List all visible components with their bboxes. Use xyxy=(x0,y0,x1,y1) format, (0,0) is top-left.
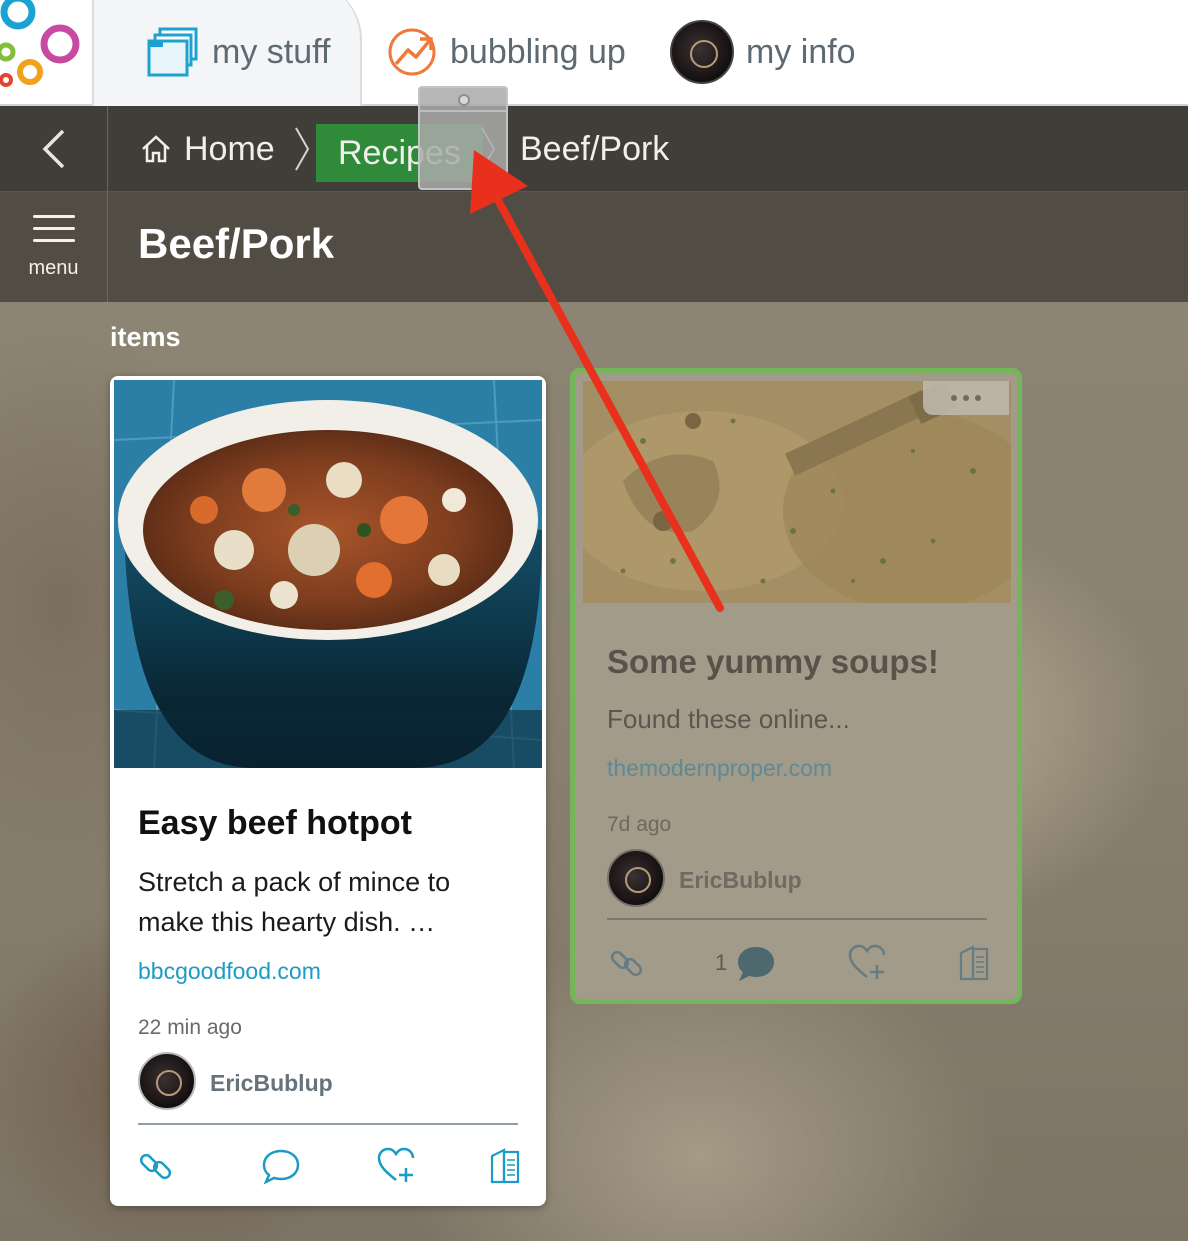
tab-bubbling-up[interactable]: bubbling up xyxy=(386,20,626,84)
comment-icon xyxy=(738,946,775,982)
paperclip-link-icon xyxy=(139,1153,172,1180)
comment-count: 1 xyxy=(715,950,728,975)
drag-ghost[interactable] xyxy=(418,86,508,190)
comment-icon xyxy=(262,1149,300,1185)
divider xyxy=(607,918,987,920)
item-title[interactable]: Some yummy soups! xyxy=(607,643,939,681)
back-button[interactable] xyxy=(0,106,108,192)
item-timestamp: 22 min ago xyxy=(138,1016,242,1039)
top-navigation: my stuff bubbling up my info xyxy=(0,0,1188,108)
link-button[interactable] xyxy=(136,1146,176,1186)
comment-button[interactable] xyxy=(260,1146,302,1186)
item-description: Found these online... xyxy=(607,704,850,734)
drag-ghost-pin-icon xyxy=(458,94,470,106)
breadcrumb-home[interactable]: Home xyxy=(140,106,275,192)
book-icon xyxy=(959,945,989,981)
item-description: Stretch a pack of mince to make this hea… xyxy=(138,867,451,937)
divider xyxy=(138,1123,518,1125)
comment-button[interactable]: 1 xyxy=(715,943,777,983)
section-label: items xyxy=(110,322,181,352)
page-title: Beef/Pork xyxy=(138,220,335,267)
book-icon xyxy=(490,1148,520,1184)
item-username[interactable]: EricBublup xyxy=(210,1070,333,1097)
like-button[interactable] xyxy=(376,1146,420,1186)
chevron-left-icon xyxy=(42,129,64,169)
tab-my-stuff[interactable]: my stuff xyxy=(146,20,330,84)
tab-label: bubbling up xyxy=(450,32,626,71)
page-header: menu Beef/Pork xyxy=(0,192,1188,302)
hamburger-icon xyxy=(32,214,75,251)
tab-my-info[interactable]: my info xyxy=(670,20,856,84)
breadcrumb: Home Recipes Beef/Pork xyxy=(0,106,1188,192)
item-source-link[interactable]: themodernproper.com xyxy=(607,755,832,782)
item-title[interactable]: Easy beef hotpot xyxy=(138,804,412,843)
item-timestamp: 7d ago xyxy=(607,813,672,836)
item-username[interactable]: EricBublup xyxy=(679,867,802,894)
folders-icon xyxy=(147,27,198,77)
breadcrumb-separator-icon xyxy=(295,127,310,171)
more-options-button[interactable] xyxy=(923,381,1009,415)
item-source-link[interactable]: bbcgoodfood.com xyxy=(138,958,321,985)
paperclip-link-icon xyxy=(610,950,643,977)
breadcrumb-home-label: Home xyxy=(184,129,275,168)
breadcrumb-current: Beef/Pork xyxy=(520,106,669,192)
tab-label: my info xyxy=(746,32,856,71)
menu-label: menu xyxy=(28,256,79,279)
hotpot-image xyxy=(114,380,542,768)
item-card-drop-target[interactable]: Some yummy soups! Found these online... … xyxy=(570,368,1022,1004)
open-item-button[interactable] xyxy=(488,1146,522,1186)
link-button[interactable] xyxy=(607,943,647,983)
tab-label: my stuff xyxy=(212,32,331,71)
open-item-button[interactable] xyxy=(957,943,991,983)
avatar[interactable] xyxy=(607,849,665,907)
heart-plus-icon xyxy=(848,944,886,979)
heart-plus-icon xyxy=(377,1147,415,1182)
trending-up-icon xyxy=(388,28,436,76)
like-button[interactable] xyxy=(847,943,891,983)
item-thumbnail[interactable] xyxy=(114,380,542,768)
app-logo xyxy=(0,0,80,87)
item-card[interactable]: Easy beef hotpot Stretch a pack of mince… xyxy=(110,376,546,1206)
breadcrumb-current-label: Beef/Pork xyxy=(520,129,670,168)
avatar[interactable] xyxy=(138,1052,196,1110)
home-icon xyxy=(142,135,170,163)
menu-button[interactable]: menu xyxy=(0,192,108,302)
avatar xyxy=(670,20,734,84)
